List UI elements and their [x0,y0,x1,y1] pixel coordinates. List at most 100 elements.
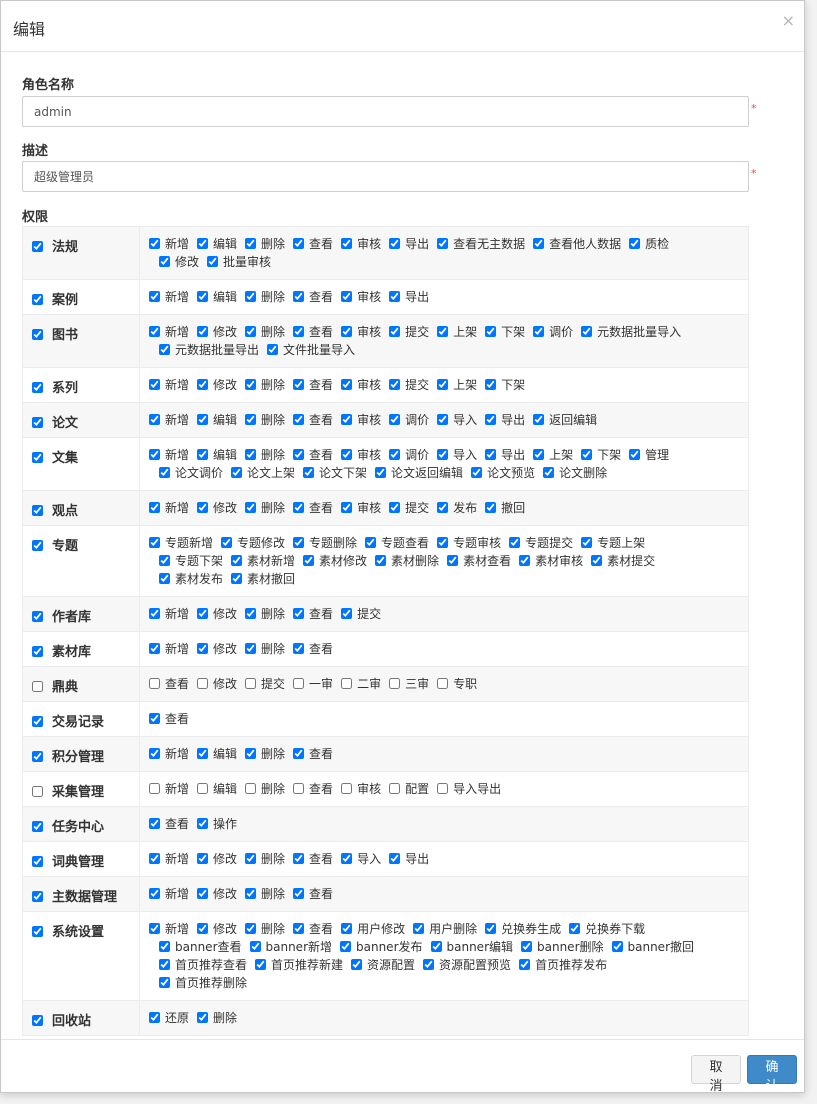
action-checkbox-label[interactable]: 查看 [291,745,333,763]
action-checkbox[interactable] [149,643,160,654]
action-checkbox[interactable] [389,291,401,302]
action-checkbox[interactable] [197,449,209,460]
action-checkbox[interactable] [245,853,257,864]
action-checkbox-label[interactable]: 论文下架 [301,464,367,482]
action-checkbox[interactable] [341,379,353,390]
action-checkbox-label[interactable]: 查看 [291,499,333,517]
action-checkbox[interactable] [437,537,449,548]
action-checkbox-label[interactable]: 提交 [387,323,429,341]
action-checkbox[interactable] [197,1012,209,1023]
action-checkbox[interactable] [485,449,497,460]
action-checkbox[interactable] [197,238,209,249]
action-checkbox-label[interactable]: 专题下架 [157,552,223,570]
action-checkbox[interactable] [437,414,449,425]
module-checkbox[interactable] [32,382,43,393]
action-checkbox-label[interactable]: 新增 [147,323,189,341]
action-checkbox[interactable] [231,555,243,566]
action-checkbox-label[interactable]: 调价 [387,411,429,429]
action-checkbox[interactable] [245,888,257,899]
action-checkbox-label[interactable]: 专题查看 [363,534,429,552]
action-checkbox[interactable] [149,748,160,759]
action-checkbox[interactable] [245,326,257,337]
action-checkbox-label[interactable]: 文件批量导入 [265,341,355,359]
module-checkbox[interactable] [32,241,43,252]
action-checkbox-label[interactable]: 新增 [147,288,189,306]
confirm-button[interactable]: 确认 [747,1055,797,1094]
action-checkbox-label[interactable]: 上架 [531,446,573,464]
action-checkbox-label[interactable]: 审核 [339,288,381,306]
action-checkbox[interactable] [293,678,305,689]
action-checkbox-label[interactable]: 删除 [243,323,285,341]
action-checkbox-label[interactable]: 质检 [627,235,669,253]
action-checkbox[interactable] [293,449,305,460]
action-checkbox-label[interactable]: 审核 [339,376,381,394]
action-checkbox-label[interactable]: 查看 [291,885,333,903]
action-checkbox-label[interactable]: 新增 [147,920,189,938]
action-checkbox[interactable] [389,238,401,249]
action-checkbox-label[interactable]: 还原 [147,1009,189,1027]
action-checkbox-label[interactable]: 一审 [291,675,333,693]
action-checkbox[interactable] [149,923,160,934]
action-checkbox-label[interactable]: 审核 [339,446,381,464]
action-checkbox-label[interactable]: 新增 [147,235,189,253]
action-checkbox-label[interactable]: 修改 [195,850,237,868]
action-checkbox-label[interactable]: 素材撤回 [229,570,295,588]
module-checkbox-label[interactable]: 回收站 [31,1014,91,1029]
action-checkbox-label[interactable]: 编辑 [195,446,237,464]
action-checkbox[interactable] [149,713,160,724]
action-checkbox[interactable] [149,783,160,794]
action-checkbox[interactable] [303,555,315,566]
action-checkbox-label[interactable]: 修改 [195,605,237,623]
action-checkbox[interactable] [245,643,257,654]
action-checkbox[interactable] [197,643,209,654]
action-checkbox[interactable] [341,291,353,302]
action-checkbox-label[interactable]: 审核 [339,411,381,429]
action-checkbox-label[interactable]: 删除 [243,745,285,763]
action-checkbox-label[interactable]: 删除 [195,1009,237,1027]
module-checkbox-label[interactable]: 任务中心 [31,820,104,835]
action-checkbox-label[interactable]: 查看 [291,780,333,798]
action-checkbox-label[interactable]: 论文上架 [229,464,295,482]
action-checkbox-label[interactable]: 素材发布 [157,570,223,588]
action-checkbox-label[interactable]: 专题提交 [507,534,573,552]
action-checkbox[interactable] [245,748,257,759]
module-checkbox[interactable] [32,751,43,762]
action-checkbox[interactable] [437,502,449,513]
action-checkbox-label[interactable]: 审核 [339,780,381,798]
action-checkbox-label[interactable]: 专职 [435,675,477,693]
action-checkbox-label[interactable]: 修改 [195,885,237,903]
action-checkbox[interactable] [293,783,305,794]
action-checkbox[interactable] [485,414,497,425]
action-checkbox-label[interactable]: 审核 [339,323,381,341]
action-checkbox[interactable] [293,379,305,390]
action-checkbox[interactable] [485,379,497,390]
action-checkbox[interactable] [437,449,449,460]
action-checkbox-label[interactable]: 删除 [243,446,285,464]
action-checkbox-label[interactable]: 素材审核 [517,552,583,570]
action-checkbox[interactable] [293,326,305,337]
action-checkbox[interactable] [149,608,160,619]
action-checkbox-label[interactable]: 查看 [147,710,189,728]
action-checkbox-label[interactable]: 修改 [195,675,237,693]
module-checkbox[interactable] [32,1015,43,1026]
action-checkbox[interactable] [245,783,257,794]
action-checkbox-label[interactable]: 导入导出 [435,780,501,798]
action-checkbox-label[interactable]: 下架 [483,376,525,394]
action-checkbox-label[interactable]: 编辑 [195,235,237,253]
action-checkbox-label[interactable]: 导出 [483,411,525,429]
action-checkbox-label[interactable]: banner删除 [519,938,604,956]
action-checkbox[interactable] [437,783,449,794]
action-checkbox-label[interactable]: 专题新增 [147,534,213,552]
action-checkbox-label[interactable]: 返回编辑 [531,411,597,429]
module-checkbox[interactable] [32,856,43,867]
action-checkbox-label[interactable]: 素材新增 [229,552,295,570]
action-checkbox-label[interactable]: 删除 [243,235,285,253]
action-checkbox[interactable] [437,379,449,390]
module-checkbox-label[interactable]: 交易记录 [31,715,104,730]
action-checkbox-label[interactable]: 查看 [291,605,333,623]
module-checkbox-label[interactable]: 观点 [31,504,78,519]
action-checkbox[interactable] [197,326,209,337]
action-checkbox[interactable] [375,555,387,566]
module-checkbox[interactable] [32,646,43,657]
action-checkbox[interactable] [149,537,160,548]
